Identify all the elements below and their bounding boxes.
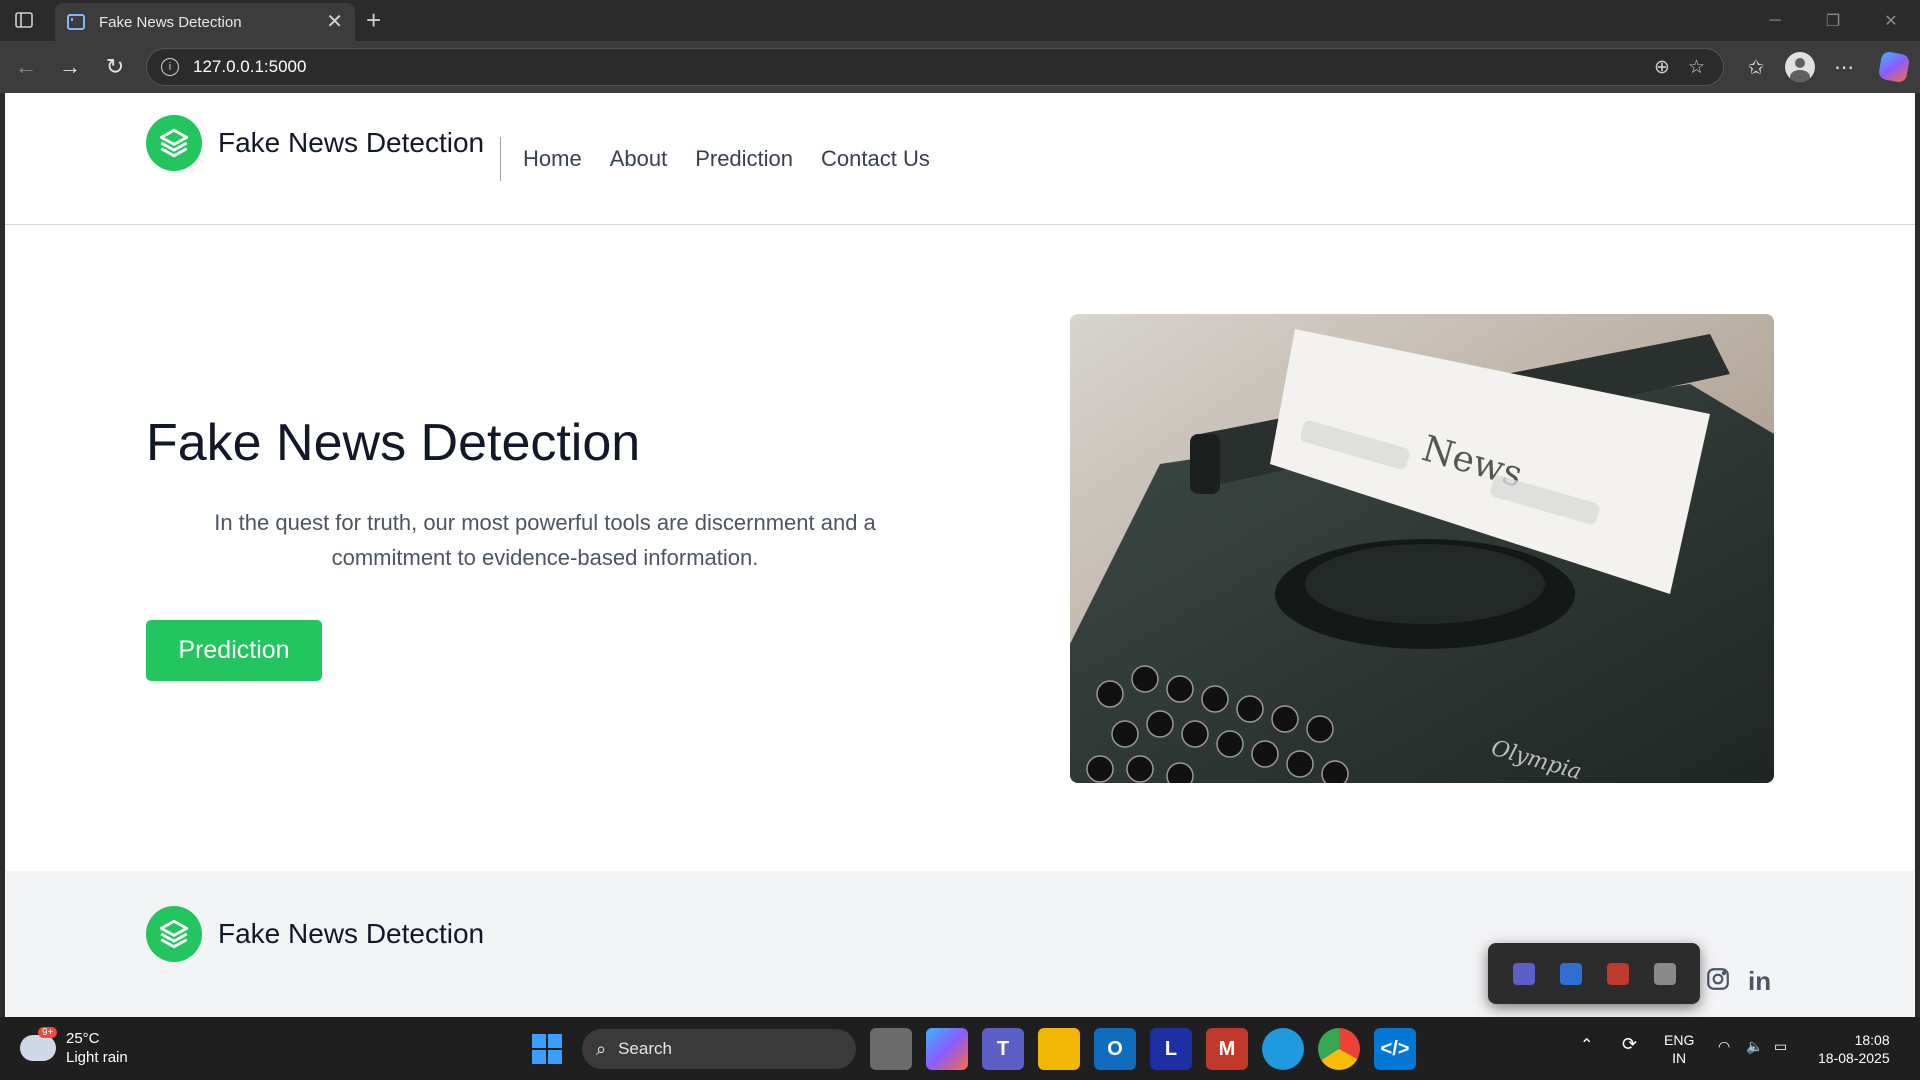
address-bar[interactable]: i 127.0.0.1:5000 ⊕ ☆ bbox=[146, 48, 1724, 86]
sync-icon[interactable]: ⟳ bbox=[1622, 1035, 1637, 1053]
search-icon: ⌕ bbox=[596, 1038, 607, 1059]
hero-title: Fake News Detection bbox=[146, 414, 641, 472]
reload-icon[interactable]: ↻ bbox=[101, 53, 129, 81]
clock-time: 18:08 bbox=[1854, 1032, 1890, 1048]
taskbar-search[interactable]: ⌕ Search bbox=[582, 1029, 856, 1069]
url-text[interactable]: 127.0.0.1:5000 bbox=[193, 57, 1654, 77]
site-brand[interactable]: Fake News Detection bbox=[146, 115, 484, 171]
zoom-icon[interactable]: ⊕ bbox=[1654, 56, 1670, 79]
clock[interactable]: 18:08 18-08-2025 bbox=[1818, 1031, 1890, 1067]
volume-icon[interactable]: 🔈 bbox=[1746, 1037, 1763, 1055]
tab-actions-icon[interactable] bbox=[12, 9, 36, 31]
outlook-icon[interactable]: O bbox=[1094, 1028, 1136, 1070]
tab-close-icon[interactable]: ✕ bbox=[326, 12, 343, 32]
teams-app-icon[interactable]: T bbox=[982, 1028, 1024, 1070]
start-windows-icon[interactable] bbox=[526, 1028, 568, 1070]
taskbar-apps: ⌕ Search T O L M </> bbox=[526, 1028, 1416, 1070]
tab-favicon-icon bbox=[67, 14, 85, 30]
copilot-icon bbox=[1877, 50, 1911, 84]
teams-tray-icon[interactable] bbox=[1512, 962, 1535, 985]
forward-icon[interactable]: → bbox=[56, 53, 84, 81]
profile-icon bbox=[1785, 52, 1815, 82]
tray-chevron-icon[interactable]: ⌃ bbox=[1580, 1037, 1593, 1055]
nav-link-home[interactable]: Home bbox=[523, 146, 582, 172]
chrome-icon[interactable] bbox=[1318, 1028, 1360, 1070]
browser-toolbar: ← → ↻ i 127.0.0.1:5000 ⊕ ☆ ✩ ⋯ bbox=[0, 41, 1920, 93]
defender-warning-tray-icon[interactable] bbox=[1559, 962, 1582, 985]
nav-link-prediction[interactable]: Prediction bbox=[695, 146, 793, 172]
task-view-icon[interactable] bbox=[870, 1028, 912, 1070]
copilot-app-icon[interactable] bbox=[926, 1028, 968, 1070]
restore-icon[interactable]: ❐ bbox=[1804, 0, 1862, 41]
windows-taskbar: 9+ 25°C Light rain ⌕ Search T O L M </> … bbox=[0, 1017, 1920, 1080]
weather-desc: Light rain bbox=[66, 1049, 128, 1066]
brand-name: Fake News Detection bbox=[218, 127, 485, 158]
search-label: Search bbox=[618, 1039, 672, 1058]
linkedin-icon[interactable]: in bbox=[1748, 966, 1771, 997]
favorites-icon[interactable]: ✩ bbox=[1742, 51, 1770, 83]
typewriter-news-image: News Olympia bbox=[1070, 314, 1774, 783]
site-info-icon[interactable]: i bbox=[161, 58, 179, 76]
lang-line1: ENG bbox=[1664, 1032, 1695, 1048]
browser-titlebar: Fake News Detection ✕ + ─ ❐ ✕ bbox=[0, 0, 1920, 41]
prediction-button[interactable]: Prediction bbox=[146, 620, 322, 681]
edge-browser-icon[interactable] bbox=[1262, 1028, 1304, 1070]
nav-link-about[interactable]: About bbox=[610, 146, 668, 172]
l-app-icon[interactable]: L bbox=[1150, 1028, 1192, 1070]
mcafee-tray-icon[interactable] bbox=[1606, 962, 1629, 985]
profile-avatar[interactable] bbox=[1784, 51, 1816, 83]
footer-layers-logo-icon bbox=[146, 906, 202, 962]
window-controls: ─ ❐ ✕ bbox=[1746, 0, 1920, 41]
back-icon[interactable]: ← bbox=[12, 53, 40, 81]
hero-description: In the quest for truth, our most powerfu… bbox=[214, 510, 876, 570]
lang-line2: IN bbox=[1672, 1050, 1687, 1066]
favorite-star-icon[interactable]: ☆ bbox=[1688, 56, 1705, 79]
site-navbar: Fake News Detection Home About Predictio… bbox=[5, 93, 1915, 225]
instagram-icon[interactable] bbox=[1705, 966, 1731, 999]
tray-overflow-popup bbox=[1488, 943, 1700, 1004]
minimize-icon[interactable]: ─ bbox=[1746, 0, 1804, 41]
battery-icon[interactable]: ▭ bbox=[1774, 1037, 1787, 1055]
weather-temp: 25°C bbox=[66, 1030, 100, 1047]
weather-badge: 9+ bbox=[38, 1027, 58, 1038]
close-window-icon[interactable]: ✕ bbox=[1862, 0, 1920, 41]
layers-logo-icon bbox=[146, 115, 202, 171]
weather-widget[interactable]: 9+ 25°C Light rain bbox=[20, 1027, 128, 1067]
tab-title: Fake News Detection bbox=[99, 13, 242, 31]
copilot-button[interactable] bbox=[1877, 50, 1911, 84]
nav-divider bbox=[500, 137, 501, 181]
nav-link-contact[interactable]: Contact Us bbox=[821, 146, 930, 172]
footer-brand-name: Fake News Detection bbox=[218, 918, 485, 949]
footer-brand[interactable]: Fake News Detection bbox=[146, 906, 484, 962]
new-tab-icon[interactable]: + bbox=[366, 7, 381, 33]
rain-cloud-icon: 9+ bbox=[20, 1027, 58, 1061]
vscode-icon[interactable]: </> bbox=[1374, 1028, 1416, 1070]
onedrive-off-tray-icon[interactable] bbox=[1653, 962, 1676, 985]
nav-links: Home About Prediction Contact Us bbox=[523, 146, 930, 172]
mcafee-app-icon[interactable]: M bbox=[1206, 1028, 1248, 1070]
wifi-icon[interactable]: ◠ bbox=[1718, 1037, 1730, 1055]
more-menu-icon[interactable]: ⋯ bbox=[1830, 51, 1858, 83]
browser-tab[interactable]: Fake News Detection ✕ bbox=[55, 3, 355, 41]
language-indicator[interactable]: ENG IN bbox=[1664, 1031, 1694, 1067]
clock-date: 18-08-2025 bbox=[1818, 1050, 1890, 1066]
page-viewport: Fake News Detection Home About Predictio… bbox=[5, 93, 1915, 1017]
file-explorer-icon[interactable] bbox=[1038, 1028, 1080, 1070]
